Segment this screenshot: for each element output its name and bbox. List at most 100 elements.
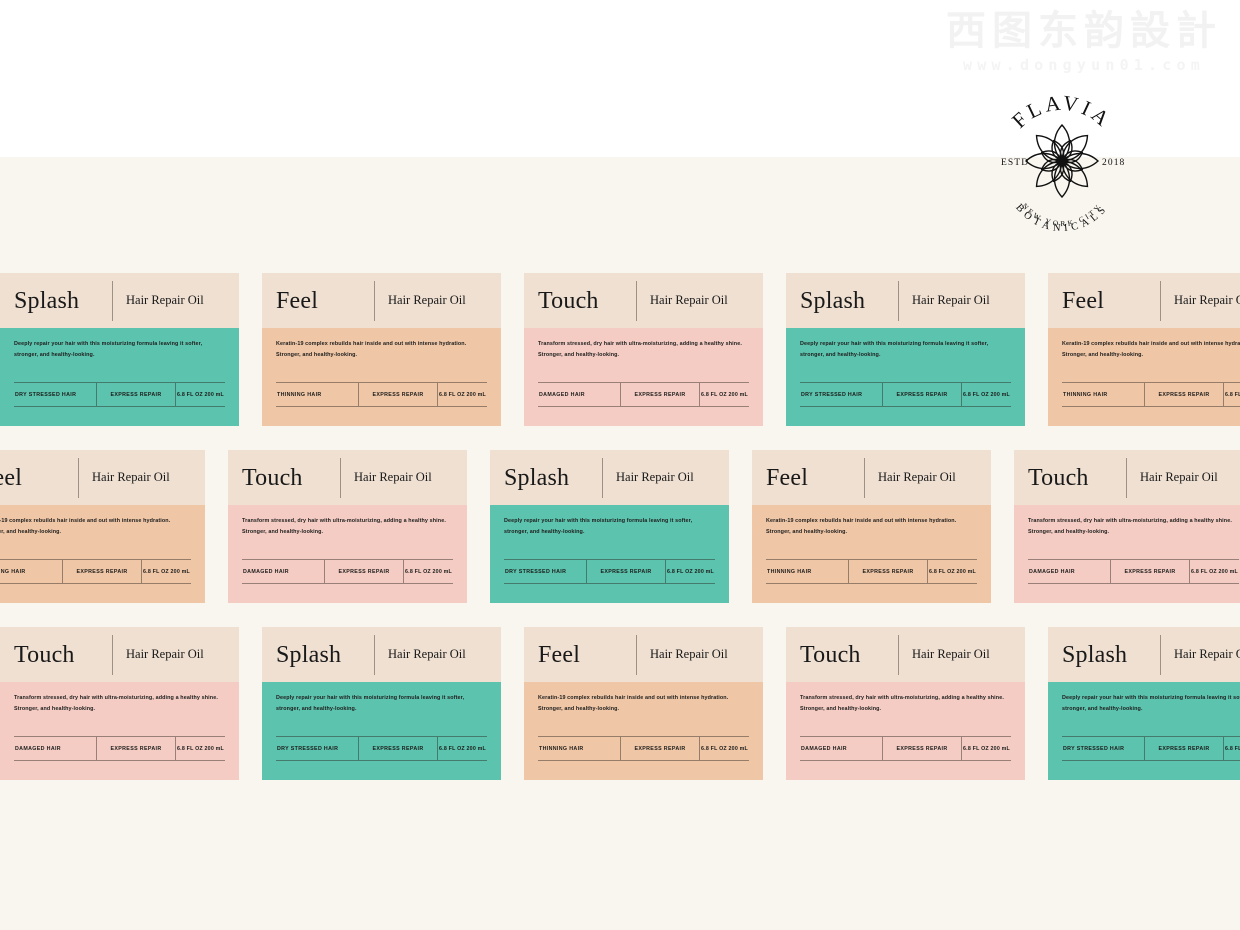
label-grid-row-1: Splash Hair Repair Oil Deeply repair your …	[0, 273, 1240, 426]
label-body: Transform stressed, dry hair with ultra-…	[786, 682, 1025, 780]
label-brand-name: Touch	[242, 464, 303, 491]
label-body: Deeply repair your hair with this moistu…	[786, 328, 1025, 426]
product-label-card-feel[interactable]: Feel Hair Repair Oil Keratin-19 complex re…	[262, 273, 501, 426]
product-label-card-splash[interactable]: Splash Hair Repair Oil Deeply repair your …	[262, 627, 501, 780]
label-header: Touch Hair Repair Oil	[228, 450, 467, 505]
label-description: Transform stressed, dry hair with ultra-…	[538, 341, 742, 358]
header-divider	[78, 457, 79, 498]
label-brand-name: Splash	[14, 287, 80, 314]
label-subtitle: Hair Repair Oil	[1174, 647, 1240, 661]
product-label-card-feel[interactable]: Feel Hair Repair Oil Keratin-19 complex re…	[0, 450, 205, 603]
label-header: Feel Hair Repair Oil	[1048, 273, 1240, 328]
label-subtitle: Hair Repair Oil	[388, 647, 466, 661]
logo-estd-label: ESTD	[1001, 158, 1029, 168]
product-label-card-touch[interactable]: Touch Hair Repair Oil Transform stressed, …	[228, 450, 467, 603]
label-subtitle: Hair Repair Oil	[388, 293, 466, 307]
product-label-card-touch[interactable]: Touch Hair Repair Oil Transform stressed, …	[786, 627, 1025, 780]
footer-rule-bottom	[538, 760, 749, 761]
header-divider	[112, 280, 113, 321]
label-brand-name: Feel	[276, 287, 319, 314]
label-brand-name: Feel	[1062, 287, 1105, 314]
label-claim: EXPRESS REPAIR	[1124, 568, 1176, 575]
label-body: Keratin-19 complex rebuilds hair inside …	[524, 682, 763, 780]
label-description: Keratin-19 complex rebuilds hair inside …	[0, 518, 171, 535]
label-footer: DRY STRESSED HAIR EXPRESS REPAIR 6.8 FL OZ…	[1062, 736, 1240, 761]
label-volume: 6.8 FL OZ 200 mL	[1191, 568, 1238, 575]
header-divider	[374, 280, 375, 321]
product-label-card-splash[interactable]: Splash Hair Repair Oil Deeply repair your …	[1048, 627, 1240, 780]
label-description: Keratin-19 complex rebuilds hair inside …	[1062, 341, 1240, 358]
label-description: Deeply repair your hair with this moistu…	[276, 695, 465, 712]
product-label-card-touch[interactable]: Touch Hair Repair Oil Transform stressed, …	[0, 627, 239, 780]
product-label-card-feel[interactable]: Feel Hair Repair Oil Keratin-19 complex re…	[1048, 273, 1240, 426]
footer-rule-bottom	[766, 583, 977, 584]
label-brand-name: Feel	[0, 464, 23, 491]
label-description: Deeply repair your hair with this moistu…	[1062, 695, 1240, 712]
label-body: Transform stressed, dry hair with ultra-…	[228, 505, 467, 603]
label-hair-type: DRY STRESSED HAIR	[277, 745, 339, 752]
header-divider	[1160, 634, 1161, 675]
product-label-card-touch[interactable]: Touch Hair Repair Oil Transform stressed, …	[1014, 450, 1240, 603]
label-volume: 6.8 FL OZ 200 mL	[701, 745, 748, 752]
label-claim: EXPRESS REPAIR	[76, 568, 128, 575]
label-hair-type: DRY STRESSED HAIR	[15, 391, 77, 398]
label-header: Feel Hair Repair Oil	[524, 627, 763, 682]
label-header: Touch Hair Repair Oil	[1014, 450, 1240, 505]
product-label-card-splash[interactable]: Splash Hair Repair Oil Deeply repair your …	[786, 273, 1025, 426]
label-volume: 6.8 FL OZ 200 mL	[405, 568, 452, 575]
label-description: Keratin-19 complex rebuilds hair inside …	[766, 518, 957, 535]
label-description: Transform stressed, dry hair with ultra-…	[800, 695, 1004, 712]
label-subtitle: Hair Repair Oil	[616, 470, 694, 484]
label-claim: EXPRESS REPAIR	[600, 568, 652, 575]
header-divider	[636, 280, 637, 321]
product-label-card-splash[interactable]: Splash Hair Repair Oil Deeply repair your …	[0, 273, 239, 426]
label-claim: EXPRESS REPAIR	[338, 568, 390, 575]
product-label-card-splash[interactable]: Splash Hair Repair Oil Deeply repair your …	[490, 450, 729, 603]
label-grid-row-2: Feel Hair Repair Oil Keratin-19 complex re…	[0, 450, 1240, 603]
label-claim: EXPRESS REPAIR	[110, 391, 162, 398]
label-footer: DRY STRESSED HAIR EXPRESS REPAIR 6.8 FL OZ…	[800, 382, 1011, 407]
label-claim: EXPRESS REPAIR	[1158, 391, 1210, 398]
label-footer: DAMAGED HAIR EXPRESS REPAIR 6.8 FL OZ 200 …	[800, 736, 1011, 761]
label-subtitle: Hair Repair Oil	[650, 293, 728, 307]
label-header: Touch Hair Repair Oil	[524, 273, 763, 328]
label-hair-type: THINNING HAIR	[1063, 391, 1108, 398]
label-header: Touch Hair Repair Oil	[786, 627, 1025, 682]
label-hair-type: DAMAGED HAIR	[1029, 568, 1075, 575]
label-description: Deeply repair your hair with this moistu…	[504, 518, 693, 535]
label-volume: 6.8 FL OZ 200 mL	[1225, 391, 1240, 398]
label-hair-type: THINNING HAIR	[0, 568, 26, 575]
product-label-card-touch[interactable]: Touch Hair Repair Oil Transform stressed, …	[524, 273, 763, 426]
label-body: Deeply repair your hair with this moistu…	[0, 328, 239, 426]
footer-rule-bottom	[14, 406, 225, 407]
header-divider	[864, 457, 865, 498]
brand-logo: FLAVIA ESTD 2018 BOTANICALS NEW YORK CIT…	[986, 82, 1138, 237]
product-label-card-feel[interactable]: Feel Hair Repair Oil Keratin-19 complex re…	[524, 627, 763, 780]
footer-rule-bottom	[242, 583, 453, 584]
label-volume: 6.8 FL OZ 200 mL	[963, 745, 1010, 752]
footer-rule-bottom	[1062, 406, 1240, 407]
label-body: Deeply repair your hair with this moistu…	[262, 682, 501, 780]
label-header: Splash Hair Repair Oil	[262, 627, 501, 682]
header-divider	[636, 634, 637, 675]
label-subtitle: Hair Repair Oil	[1174, 293, 1240, 307]
label-header: Touch Hair Repair Oil	[0, 627, 239, 682]
label-description: Transform stressed, dry hair with ultra-…	[14, 695, 218, 712]
header-divider	[374, 634, 375, 675]
product-label-card-feel[interactable]: Feel Hair Repair Oil Keratin-19 complex re…	[752, 450, 991, 603]
label-body: Transform stressed, dry hair with ultra-…	[1014, 505, 1240, 603]
label-hair-type: DAMAGED HAIR	[539, 391, 585, 398]
label-header: Feel Hair Repair Oil	[752, 450, 991, 505]
label-subtitle: Hair Repair Oil	[126, 647, 204, 661]
label-claim: EXPRESS REPAIR	[372, 745, 424, 752]
label-brand-name: Touch	[1028, 464, 1089, 491]
footer-rule-bottom	[276, 406, 487, 407]
footer-rule-bottom	[504, 583, 715, 584]
label-volume: 6.8 FL OZ 200 mL	[177, 745, 224, 752]
logo-brand-text: FLAVIA	[1007, 90, 1113, 132]
label-body: Transform stressed, dry hair with ultra-…	[524, 328, 763, 426]
label-claim: EXPRESS REPAIR	[1158, 745, 1210, 752]
label-description: Keratin-19 complex rebuilds hair inside …	[538, 695, 729, 712]
label-description: Transform stressed, dry hair with ultra-…	[1028, 518, 1232, 535]
svg-text:FLAVIA: FLAVIA	[1007, 90, 1116, 132]
